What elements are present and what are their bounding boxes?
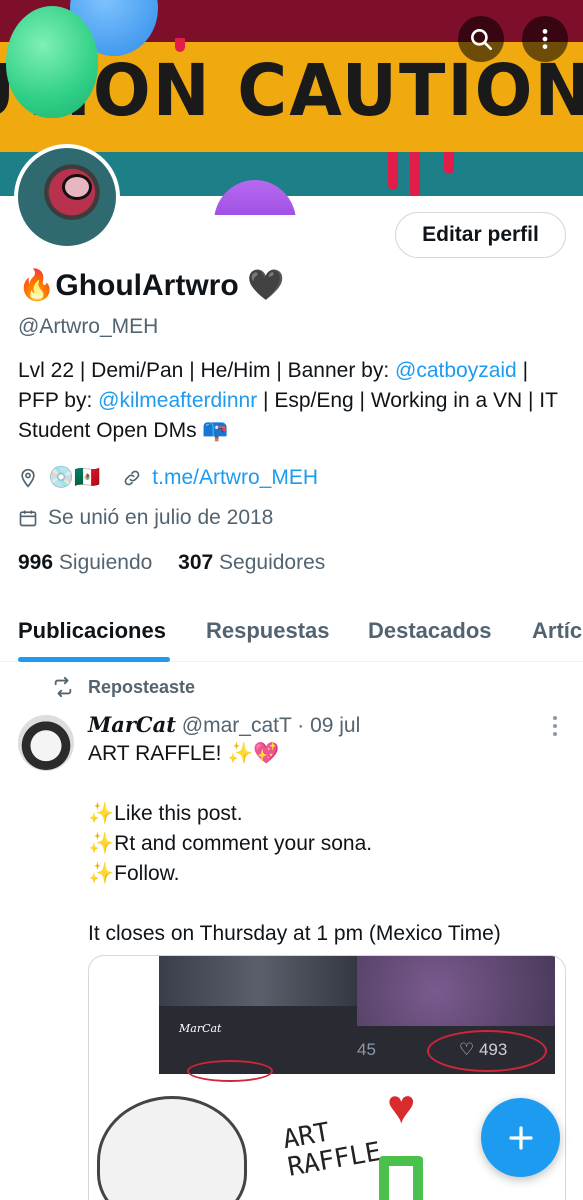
avatar-glasses [62, 174, 92, 200]
tab-respuestas[interactable]: Respuestas [206, 618, 330, 644]
tab-articulos[interactable]: Artíc [532, 618, 582, 644]
bio-mention-link[interactable]: @catboyzaid [395, 359, 517, 382]
profile-stats: 996 Siguiendo 307 Seguidores [18, 551, 325, 575]
following-label: Siguiendo [58, 551, 153, 574]
active-tab-indicator [18, 657, 170, 662]
post-text: ART RAFFLE! ✨💖 ✨Like this post. ✨Rt and … [88, 742, 501, 945]
location-pin-icon [21, 468, 35, 488]
repost-indicator: Reposteaste [52, 676, 195, 698]
post-author-name[interactable]: MarCat [88, 712, 176, 737]
tab-destacados[interactable]: Destacados [368, 618, 492, 644]
post-date[interactable]: 09 jul [310, 714, 360, 737]
search-icon [471, 29, 493, 51]
banner-drip [444, 152, 454, 174]
media-raffle-text: ART RAFFLE [280, 1117, 384, 1183]
profile-joined-date: Se unió en julio de 2018 [48, 506, 274, 529]
following-count: 996 [18, 551, 54, 574]
media-profile-name: MarCat [179, 1022, 222, 1035]
banner-drip [175, 38, 185, 52]
media-highlight-circle [187, 1060, 273, 1082]
more-vertical-icon [542, 29, 548, 49]
media-panda-sketch [97, 1096, 247, 1200]
more-options-button[interactable] [522, 16, 568, 62]
profile-joined-row: Se unió en julio de 2018 [18, 506, 273, 530]
media-header-photo [159, 956, 359, 1006]
post-header: MarCat @mar_catT · 09 jul [88, 712, 360, 738]
profile-avatar[interactable] [14, 144, 120, 250]
tab-publicaciones[interactable]: Publicaciones [18, 618, 166, 644]
plus-icon [508, 1125, 533, 1150]
post-author-avatar[interactable] [18, 715, 74, 771]
followers-count: 307 [178, 551, 214, 574]
compose-post-button[interactable] [481, 1098, 560, 1177]
edit-profile-button[interactable]: Editar perfil [395, 212, 566, 258]
bio-mention-link[interactable]: @kilmeafterdinnr [98, 389, 257, 412]
heart-icon: ♥ [387, 1081, 416, 1134]
media-purple-art [357, 956, 555, 1026]
post-separator: · [291, 714, 311, 737]
profile-location: 💿🇲🇽 [48, 466, 101, 489]
media-reply-count: 45 [357, 1040, 376, 1059]
retweet-drawing [379, 1156, 423, 1200]
calendar-icon [19, 510, 37, 527]
following-link[interactable]: 996 Siguiendo [18, 551, 152, 574]
profile-handle: @Artwro_MEH [18, 315, 159, 338]
post-more-icon[interactable] [552, 714, 558, 738]
balloon-green [6, 6, 98, 118]
repost-icon [54, 676, 72, 698]
profile-meta-row: 💿🇲🇽 t.me/Artwro_MEH [18, 466, 318, 490]
followers-label: Seguidores [219, 551, 326, 574]
display-name: 🔥GhoulArtwro 🖤 [18, 269, 285, 302]
search-button[interactable] [458, 16, 504, 62]
link-icon [124, 470, 140, 486]
followers-link[interactable]: 307 Seguidores [178, 551, 325, 574]
media-highlight-circle [427, 1030, 547, 1072]
profile-website-link[interactable]: t.me/Artwro_MEH [152, 466, 318, 490]
banner-drip [388, 152, 398, 190]
profile-bio: Lvl 22 | Demi/Pan | He/Him | Banner by: … [18, 356, 568, 446]
post-author-handle[interactable]: @mar_catT [182, 714, 292, 737]
repost-label: Reposteaste [88, 676, 196, 697]
profile-tabs: Publicaciones Respuestas Destacados Artí… [0, 600, 583, 662]
banner-drip [410, 152, 420, 196]
bio-text: Lvl 22 | Demi/Pan | He/Him | Banner by: [18, 359, 396, 382]
